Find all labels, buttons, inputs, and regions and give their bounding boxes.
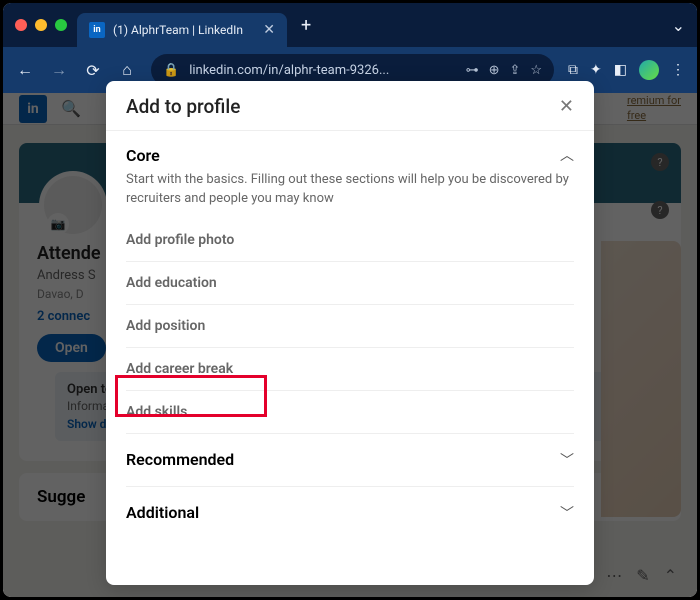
minimize-window-icon[interactable] (35, 19, 47, 31)
share-icon[interactable]: ⇪ (509, 63, 520, 78)
zoom-icon[interactable]: ⊕ (489, 63, 500, 78)
linkedin-favicon-icon: in (89, 22, 105, 38)
window-controls (15, 19, 67, 31)
tab-close-icon[interactable]: ✕ (263, 22, 275, 38)
chevron-up-icon: ︿ (560, 145, 574, 165)
modal-title: Add to profile (126, 95, 240, 118)
section-title: Recommended (126, 450, 234, 469)
new-tab-icon[interactable]: + (301, 15, 311, 36)
add-career-break-item[interactable]: Add career break (126, 348, 574, 391)
modal-header: Add to profile ✕ (106, 81, 594, 131)
modal-body: Core ︿ Start with the basics. Filling ou… (106, 131, 594, 539)
add-profile-photo-item[interactable]: Add profile photo (126, 219, 574, 262)
back-icon[interactable]: ← (15, 60, 35, 80)
add-position-item[interactable]: Add position (126, 305, 574, 348)
home-icon[interactable]: ⌂ (117, 60, 137, 80)
tab-title: (1) AlphrTeam | LinkedIn (113, 23, 255, 37)
reload-icon[interactable]: ⟳ (83, 61, 103, 80)
copy-icon[interactable]: ⧉ (568, 62, 578, 78)
browser-tab-strip: in (1) AlphrTeam | LinkedIn ✕ + ⌄ (3, 3, 697, 47)
key-icon[interactable]: ⊶ (466, 63, 479, 78)
section-additional-header[interactable]: Additional ﹀ (126, 486, 574, 539)
section-recommended-header[interactable]: Recommended ﹀ (126, 433, 574, 486)
add-skills-item[interactable]: Add skills (126, 391, 574, 433)
close-window-icon[interactable] (15, 19, 27, 31)
menu-icon[interactable]: ⋮ (671, 62, 685, 78)
lock-icon: 🔒 (163, 63, 179, 78)
close-icon[interactable]: ✕ (559, 96, 574, 117)
section-title: Additional (126, 503, 199, 522)
sidepanel-icon[interactable]: ◧ (614, 62, 627, 78)
maximize-window-icon[interactable] (55, 19, 67, 31)
add-to-profile-modal: Add to profile ✕ Core ︿ Start with the b… (106, 81, 594, 585)
section-title: Core (126, 146, 160, 165)
profile-avatar-icon[interactable] (639, 60, 659, 80)
browser-tab[interactable]: in (1) AlphrTeam | LinkedIn ✕ (77, 13, 287, 47)
extensions-row: ⧉ ✦ ◧ ⋮ (568, 60, 685, 80)
tabs-menu-icon[interactable]: ⌄ (672, 16, 685, 35)
chevron-down-icon: ﹀ (560, 450, 574, 470)
bookmark-icon[interactable]: ☆ (530, 63, 542, 78)
url-text: linkedin.com/in/alphr-team-9326... (189, 63, 455, 78)
section-desc: Start with the basics. Filling out these… (126, 171, 574, 219)
section-core-header[interactable]: Core ︿ (126, 131, 574, 171)
extensions-icon[interactable]: ✦ (590, 62, 602, 78)
modal-overlay[interactable]: Add to profile ✕ Core ︿ Start with the b… (3, 93, 697, 597)
forward-icon[interactable]: → (49, 60, 69, 80)
chevron-down-icon: ﹀ (560, 503, 574, 523)
add-education-item[interactable]: Add education (126, 262, 574, 305)
